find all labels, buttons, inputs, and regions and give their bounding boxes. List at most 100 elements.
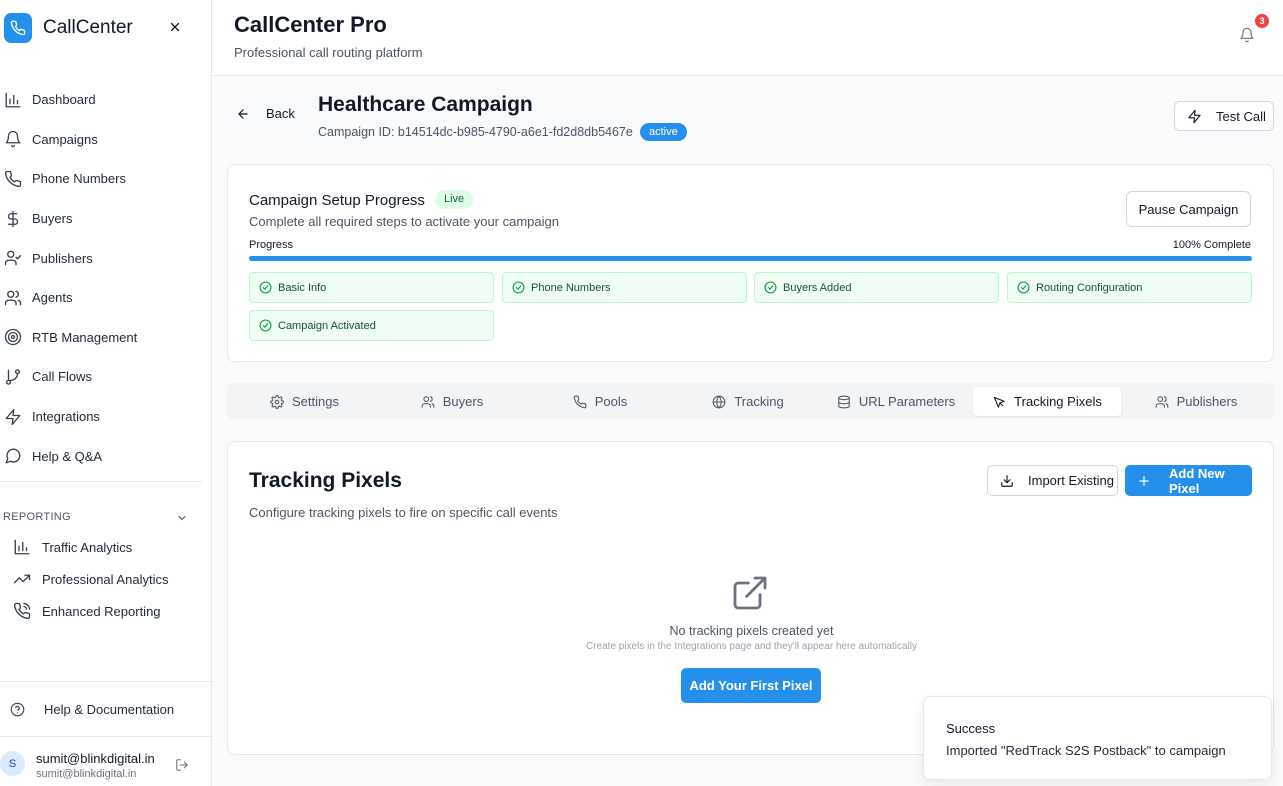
tab-tracking-pixels[interactable]: Tracking Pixels [973,387,1121,416]
import-existing-label: Import Existing [1028,473,1114,488]
tab-label: Tracking Pixels [1014,394,1102,409]
sidebar-item-call-flows[interactable]: Call Flows [0,357,211,397]
user-name: sumit@blinkdigital.in [36,751,155,766]
brand[interactable]: CallCenter [4,13,133,43]
sidebar-item-label: Dashboard [32,92,96,108]
target-icon [4,328,22,346]
sidebar-item-phone-numbers[interactable]: Phone Numbers [0,159,211,199]
sidebar-item-traffic-analytics[interactable]: Traffic Analytics [0,531,211,563]
sidebar-item-dashboard[interactable]: Dashboard [0,80,211,120]
tab-label: Settings [292,394,339,409]
phone-call-icon [13,602,31,620]
add-new-pixel-button[interactable]: Add New Pixel [1125,465,1252,496]
test-call-button[interactable]: Test Call [1174,101,1274,131]
database-icon [837,395,851,409]
progress-label: Progress [249,239,294,251]
users-icon [4,289,22,307]
progress-value: 100% Complete [1172,239,1251,251]
user-check-icon [4,249,22,267]
tab-buyers[interactable]: Buyers [378,387,526,416]
tab-label: Pools [594,394,628,409]
back-button[interactable]: Back [236,106,295,121]
status-badge: active [640,123,687,141]
sidebar-item-buyers[interactable]: Buyers [0,199,211,239]
external-link-icon [730,573,770,613]
add-first-pixel-button[interactable]: Add Your First Pixel [681,668,821,703]
check-circle-icon [259,319,272,332]
top-header: CallCenter Pro Professional call routing… [212,0,1283,76]
tab-label: Tracking [734,394,784,409]
sidebar-item-agents[interactable]: Agents [0,278,211,318]
close-icon[interactable] [168,20,182,34]
check-circle-icon [764,281,777,294]
globe-icon [712,395,726,409]
step-routing-configuration: Routing Configuration [1007,272,1252,303]
sidebar-item-publishers[interactable]: Publishers [0,238,211,278]
step-label: Phone Numbers [531,281,611,294]
back-label: Back [266,106,295,121]
step-label: Basic Info [278,281,327,294]
tab-pools[interactable]: Pools [526,387,674,416]
avatar[interactable]: S [0,751,25,776]
sidebar-item-professional-analytics[interactable]: Professional Analytics [0,563,211,595]
pixels-title: Tracking Pixels [249,469,402,492]
notification-count-badge: 3 [1255,14,1269,28]
step-phone-numbers: Phone Numbers [502,272,747,303]
setup-title: Campaign Setup Progress [249,192,425,209]
tab-label: URL Parameters [858,394,956,409]
tab-url-parameters[interactable]: URL Parameters [822,387,970,416]
toast-message: Imported "RedTrack S2S Postback" to camp… [946,743,1226,758]
step-label: Routing Configuration [1036,281,1143,294]
progress-bar [249,256,1252,261]
pause-campaign-button[interactable]: Pause Campaign [1126,191,1251,227]
logout-icon[interactable] [175,758,189,772]
setup-subtitle: Complete all required steps to activate … [249,214,559,229]
live-badge: Live [435,190,474,209]
empty-state-title: No tracking pixels created yet [669,624,834,638]
gear-icon [270,394,284,409]
help-documentation-label: Help & Documentation [44,701,175,717]
reporting-nav: Traffic Analytics Professional Analytics… [0,531,211,627]
phone-icon [4,170,22,188]
campaign-title: Healthcare Campaign [318,93,533,116]
check-circle-icon [1017,281,1030,294]
notification-bell-icon[interactable] [1239,27,1255,43]
sidebar-item-label: Help & Q&A [32,448,103,464]
plus-icon [1137,474,1151,488]
sidebar-item-label: Integrations [32,409,100,425]
sidebar-item-label: Buyers [32,211,73,227]
sidebar-item-integrations[interactable]: Integrations [0,397,211,437]
sidebar-item-label: Enhanced Reporting [42,603,161,619]
test-call-label: Test Call [1216,108,1266,124]
help-circle-icon [10,702,25,717]
tab-settings[interactable]: Settings [231,387,378,416]
sidebar-item-label: RTB Management [32,329,138,345]
zap-icon [4,408,22,426]
import-existing-button[interactable]: Import Existing [987,465,1118,496]
user-profile: S sumit@blinkdigital.in sumit@blinkdigit… [0,736,211,786]
success-toast: Success Imported "RedTrack S2S Postback"… [923,696,1272,780]
tab-tracking[interactable]: Tracking [674,387,822,416]
sidebar-item-rtb-management[interactable]: RTB Management [0,318,211,358]
app-title: CallCenter Pro [234,12,387,37]
progress-bar-fill [249,256,1252,261]
sidebar-item-help-qa[interactable]: Help & Q&A [0,436,211,476]
sidebar-item-campaigns[interactable]: Campaigns [0,120,211,160]
trending-up-icon [13,570,31,588]
tab-publishers[interactable]: Publishers [1122,387,1270,416]
reporting-section-toggle[interactable]: REPORTING [0,481,202,523]
step-label: Campaign Activated [278,319,376,332]
tab-label: Buyers [442,394,484,409]
sidebar-item-enhanced-reporting[interactable]: Enhanced Reporting [0,595,211,627]
dollar-icon [4,210,22,228]
sidebar-nav: Dashboard Campaigns Phone Numbers Buyers… [0,80,211,476]
chevron-down-icon [176,512,188,524]
help-documentation-link[interactable]: Help & Documentation [0,681,211,736]
zap-icon [1187,109,1202,124]
app-subtitle: Professional call routing platform [234,45,423,60]
user-email: sumit@blinkdigital.in [36,768,137,780]
bell-icon [4,130,22,148]
bar-chart-icon [4,91,22,109]
message-circle-icon [4,447,22,465]
step-buyers-added: Buyers Added [754,272,999,303]
